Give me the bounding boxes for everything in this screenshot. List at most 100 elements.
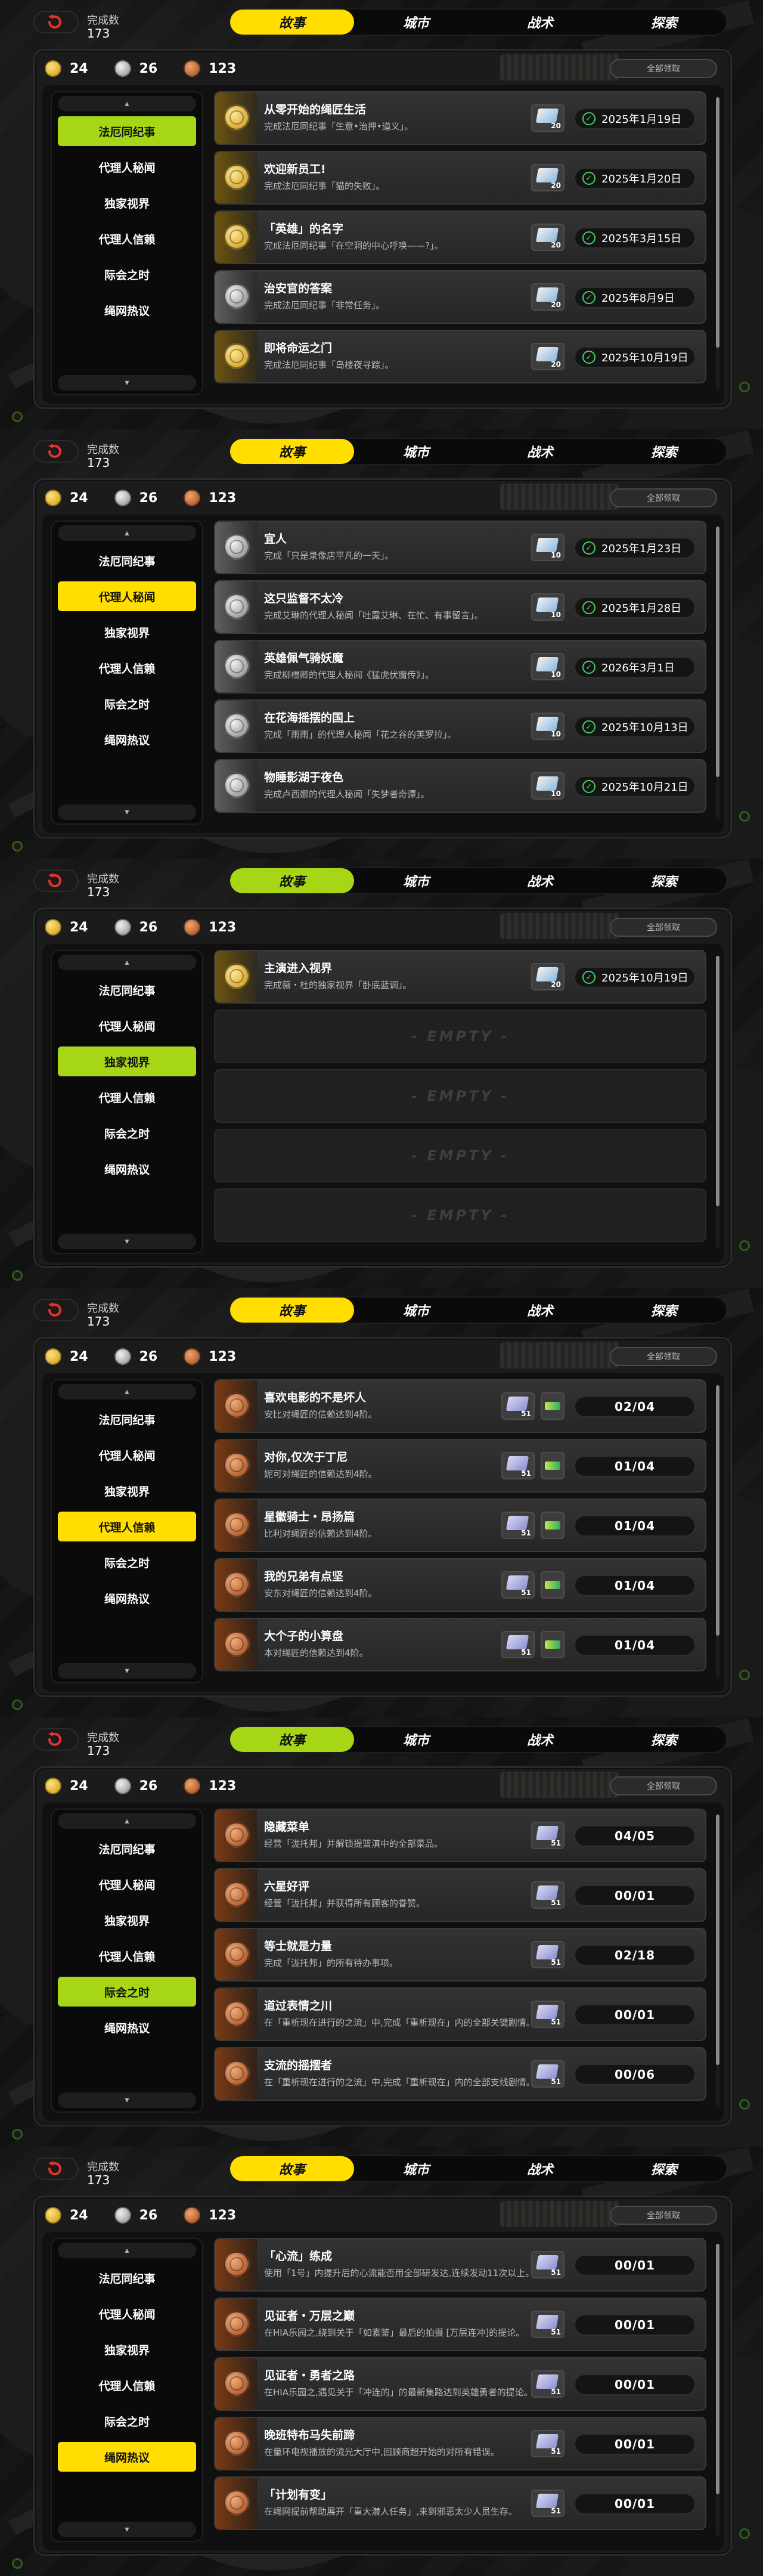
reward-item[interactable]: 20 (531, 283, 565, 311)
scrollbar-thumb[interactable] (716, 2244, 719, 2494)
sidebar-item-3[interactable]: 独家视界 (58, 188, 196, 218)
reward-item[interactable]: 10 (531, 772, 565, 800)
achievement-row[interactable]: 见证者・勇者之路 在HIA乐园之,遇见关于「冲连的」的最新集路达到英雄勇者的提论。… (214, 2357, 706, 2411)
reward-item[interactable]: 51 (531, 2430, 565, 2457)
reward-item[interactable]: 51 (531, 2251, 565, 2278)
reward-item[interactable]: 51 (531, 1881, 565, 1909)
achievement-row[interactable]: 支流的摇摆者 在「重析现在进行的之流」中,完成「重析现在」内的全部支线剧情。 51 0… (214, 2047, 706, 2101)
tab-tactics[interactable]: 战术 (478, 439, 602, 464)
sidebar-item-4[interactable]: 代理人信赖 (58, 1941, 196, 1971)
achievement-row[interactable]: 治安官的答案 完成法厄同纪事「非常任务」。 20 ✓ 2025年8月9日 (214, 270, 706, 324)
reward-item-2[interactable] (541, 1512, 565, 1539)
reward-item-2[interactable] (541, 1452, 565, 1479)
sidebar-item-4[interactable]: 代理人信赖 (58, 224, 196, 253)
tab-city[interactable]: 城市 (354, 1298, 478, 1323)
sidebar-item-2[interactable]: 代理人秘闻 (58, 1011, 196, 1041)
sidebar-item-2[interactable]: 代理人秘闻 (58, 152, 196, 182)
reward-item[interactable]: 10 (531, 713, 565, 740)
achievement-row[interactable]: 英雄佩气骑妖魔 完成柳榻卿的代理人秘闻《猛虎伏魔传》」。 10 ✓ 2026年3月1日 (214, 640, 706, 693)
achievement-row[interactable]: 六星好评 经营「泷托邦」并获得所有顾客的眷赞。 51 00/01 (214, 1868, 706, 1922)
achievement-row[interactable]: 在花海摇摆的国上 完成「雨雨」的代理人秘闻「花之谷的芙罗拉」。 10 ✓ 2025年10… (214, 699, 706, 753)
back-button[interactable] (33, 1728, 79, 1751)
scrollbar-thumb[interactable] (716, 97, 719, 348)
sidebar-item-6[interactable]: 绳网热议 (58, 1583, 196, 1613)
sidebar-scroll-down[interactable]: ▾ (58, 2522, 196, 2537)
tab-tactics[interactable]: 战术 (478, 1298, 602, 1323)
tab-tactics[interactable]: 战术 (478, 868, 602, 893)
tab-tactics[interactable]: 战术 (478, 10, 602, 35)
achievement-row[interactable]: 道过表情之川 在「重析现在进行的之流」中,完成「重析现在」内的全部关键剧情。 51 0… (214, 1987, 706, 2041)
achievement-row[interactable]: 「计划有变」 在绳网提前帮助展开「重大潜人任务」,来到邪恶太少人员生存。 51 00/… (214, 2476, 706, 2530)
sidebar-item-3[interactable]: 独家视界 (58, 1905, 196, 1935)
reward-item[interactable]: 10 (531, 593, 565, 621)
sidebar-scroll-down[interactable]: ▾ (58, 1663, 196, 1679)
sidebar-item-6[interactable]: 绳网热议 (58, 2442, 196, 2472)
achievement-row[interactable]: 主演进入视界 完成薇・杜的独家视界「卧底蓝调」。 20 ✓ 2025年10月19日 (214, 950, 706, 1004)
achievement-row[interactable]: 物睡影湖于夜色 完成卢西娜的代理人秘闻「失梦者奇谭」。 10 ✓ 2025年10月21日 (214, 759, 706, 813)
sidebar-scroll-up[interactable]: ▴ (58, 1813, 196, 1829)
list-scrollbar[interactable] (716, 97, 719, 389)
list-scrollbar[interactable] (716, 1815, 719, 2107)
reward-item[interactable]: 51 (501, 1631, 535, 1658)
back-button[interactable] (33, 2157, 79, 2180)
reward-item[interactable]: 51 (531, 2311, 565, 2338)
tab-story[interactable]: 故事 (230, 1727, 354, 1752)
scrollbar-thumb[interactable] (716, 1815, 719, 2065)
sidebar-scroll-down[interactable]: ▾ (58, 804, 196, 820)
achievement-row[interactable]: 对你,仅次于丁尼 妮可对绳匠的信赖达到4阶。 51 01/04 (214, 1439, 706, 1493)
sidebar-scroll-up[interactable]: ▴ (58, 2243, 196, 2258)
claim-all-button[interactable]: 全部领取 (610, 1347, 717, 1366)
sidebar-item-1[interactable]: 法厄同纪事 (58, 2263, 196, 2293)
tab-explore[interactable]: 探索 (602, 439, 726, 464)
back-button[interactable] (33, 440, 79, 463)
reward-item[interactable]: 51 (501, 1571, 535, 1599)
back-button[interactable] (33, 11, 79, 33)
achievement-row[interactable]: 大个子的小算盘 本对绳匠的信赖达到4阶。 51 01/04 (214, 1618, 706, 1671)
reward-item[interactable]: 10 (531, 534, 565, 561)
sidebar-item-1[interactable]: 法厄同纪事 (58, 975, 196, 1005)
sidebar-item-2[interactable]: 代理人秘闻 (58, 1440, 196, 1470)
achievement-row[interactable]: 等士就是力量 完成「泷托邦」的所有待办事项。 51 02/18 (214, 1928, 706, 1981)
reward-item[interactable]: 51 (501, 1452, 535, 1479)
scrollbar-thumb[interactable] (716, 956, 719, 1206)
tab-explore[interactable]: 探索 (602, 10, 726, 35)
sidebar-item-5[interactable]: 际会之时 (58, 1547, 196, 1577)
sidebar-item-1[interactable]: 法厄同纪事 (58, 546, 196, 575)
sidebar-item-1[interactable]: 法厄同纪事 (58, 1834, 196, 1863)
sidebar-item-5[interactable]: 际会之时 (58, 259, 196, 289)
sidebar-item-5[interactable]: 际会之时 (58, 2406, 196, 2436)
tab-story[interactable]: 故事 (230, 439, 354, 464)
tab-city[interactable]: 城市 (354, 1727, 478, 1752)
claim-all-button[interactable]: 全部领取 (610, 59, 717, 78)
reward-item[interactable]: 51 (501, 1392, 535, 1420)
claim-all-button[interactable]: 全部领取 (610, 1776, 717, 1795)
tab-story[interactable]: 故事 (230, 868, 354, 893)
back-button[interactable] (33, 1299, 79, 1321)
scrollbar-thumb[interactable] (716, 527, 719, 777)
sidebar-scroll-down[interactable]: ▾ (58, 1234, 196, 1249)
sidebar-item-2[interactable]: 代理人秘闻 (58, 581, 196, 611)
reward-item[interactable]: 20 (531, 343, 565, 370)
sidebar-item-4[interactable]: 代理人信赖 (58, 2370, 196, 2400)
tab-city[interactable]: 城市 (354, 2156, 478, 2181)
reward-item[interactable]: 20 (531, 104, 565, 132)
scrollbar-thumb[interactable] (716, 1385, 719, 1636)
sidebar-item-6[interactable]: 绳网热议 (58, 724, 196, 754)
reward-item[interactable]: 20 (531, 224, 565, 251)
achievement-row[interactable]: 「英雄」的名字 完成法厄同纪事「在空洞的中心呼唤——?」。 20 ✓ 2025年3月15… (214, 210, 706, 264)
sidebar-scroll-up[interactable]: ▴ (58, 1384, 196, 1400)
sidebar-item-6[interactable]: 绳网热议 (58, 1154, 196, 1184)
list-scrollbar[interactable] (716, 1385, 719, 1677)
back-button[interactable] (33, 869, 79, 892)
tab-story[interactable]: 故事 (230, 2156, 354, 2181)
reward-item[interactable]: 51 (531, 2490, 565, 2517)
reward-item[interactable]: 20 (531, 164, 565, 191)
sidebar-item-5[interactable]: 际会之时 (58, 689, 196, 719)
claim-all-button[interactable]: 全部领取 (610, 918, 717, 937)
tab-explore[interactable]: 探索 (602, 2156, 726, 2181)
sidebar-scroll-up[interactable]: ▴ (58, 955, 196, 970)
achievement-row[interactable]: 隐藏菜单 经营「泷托邦」并解锁提篮滇中的全部菜品。 51 04/05 (214, 1809, 706, 1862)
reward-item[interactable]: 51 (531, 1941, 565, 1968)
sidebar-item-4[interactable]: 代理人信赖 (58, 1082, 196, 1112)
sidebar-item-3[interactable]: 独家视界 (58, 617, 196, 647)
